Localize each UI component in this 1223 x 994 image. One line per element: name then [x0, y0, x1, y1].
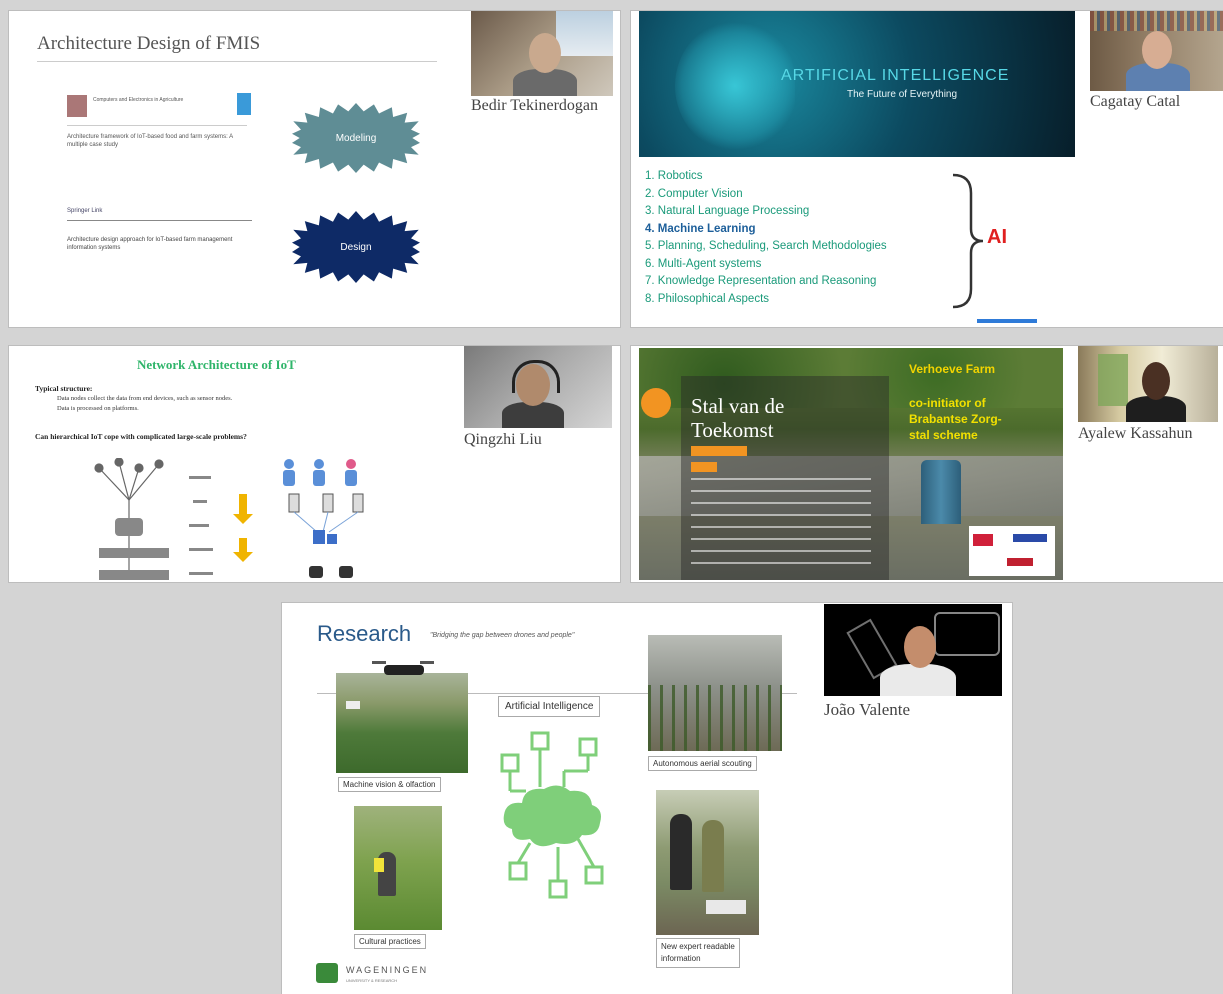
- video-tile-ayalew[interactable]: Stal van de Toekomst Verhoeve Farm co-in…: [631, 346, 1223, 582]
- webcam-feed: [1090, 11, 1223, 91]
- drone-orchard-photo: [336, 661, 468, 773]
- orange-dot-icon: [641, 388, 671, 418]
- silo: [921, 460, 961, 524]
- list-item: 8. Philosophical Aspects: [645, 292, 770, 305]
- list-item: 2. Computer Vision: [645, 187, 743, 200]
- bookshelf: [1090, 11, 1223, 31]
- slide-title: Toekomst: [691, 418, 774, 442]
- elsevier-logo-icon: [67, 95, 87, 117]
- overlay-text: Brabantse Zorg-: [909, 412, 1002, 426]
- participant-face: [1142, 31, 1172, 69]
- sprayer-photo: [354, 806, 442, 930]
- journal-cover-icon: [237, 93, 251, 115]
- farm-name: Verhoeve Farm: [909, 362, 996, 376]
- people-drone-photo: [656, 790, 759, 935]
- webcam-feed: [1078, 346, 1218, 422]
- video-tile-qingzhi[interactable]: Network Architecture of IoT Typical stru…: [9, 346, 620, 582]
- devices-diagram: [283, 459, 364, 578]
- farm-slide: Stal van de Toekomst Verhoeve Farm co-in…: [639, 348, 1063, 580]
- caption-expert: New expert readable information: [656, 938, 740, 968]
- ai-head-graphic: [675, 21, 795, 151]
- participant-face: [1142, 362, 1170, 400]
- ai-banner: ARTIFICIAL INTELLIGENCE The Future of Ev…: [639, 11, 1075, 157]
- video-tile-bedir[interactable]: Architecture Design of FMIS Computers an…: [9, 11, 620, 327]
- logo-icon: [973, 534, 993, 546]
- overlay-text: co-initiator of: [909, 396, 986, 410]
- ai-label: Artificial Intelligence: [498, 696, 601, 717]
- webcam-feed: [464, 346, 612, 428]
- greenhouse-photo: [648, 635, 782, 751]
- participant-face: [904, 626, 936, 668]
- drone-icon: [384, 665, 424, 675]
- caption-expert-line: information: [661, 954, 701, 963]
- participant-silhouette: [880, 664, 956, 696]
- participant-name: Qingzhi Liu: [464, 431, 542, 448]
- banner-subtitle: The Future of Everything: [847, 89, 958, 100]
- slide-progress-bar: [977, 319, 1037, 323]
- participant-name: Cagatay Catal: [1090, 93, 1181, 110]
- sub-bullet: Data nodes collect the data from end dev…: [57, 395, 233, 402]
- participant-name: Ayalew Kassahun: [1078, 425, 1193, 442]
- list-item: 5. Planning, Scheduling, Search Methodol…: [645, 240, 887, 252]
- arrow-column: [233, 494, 253, 562]
- slide-title: Stal van de: [691, 394, 785, 418]
- participant-name: João Valente: [824, 700, 911, 719]
- cloud-network-icon: [500, 731, 604, 899]
- slide-title: Architecture Design of FMIS: [37, 33, 261, 54]
- caption-machine-vision: Machine vision & olfaction: [338, 777, 441, 792]
- slide-title: Research: [317, 621, 412, 646]
- ai-topic-list: 1. Robotics 2. Computer Vision 3. Natura…: [645, 168, 887, 308]
- slide-subtitle: "Bridging the gap between drones and peo…: [430, 632, 575, 639]
- caption-autonomous: Autonomous aerial scouting: [648, 756, 757, 771]
- participant-face: [529, 33, 561, 73]
- paper-title: Architecture framework of IoT-based food…: [67, 134, 233, 148]
- list-item: 7. Knowledge Representation and Reasonin…: [645, 275, 877, 287]
- slide-title: Network Architecture of IoT: [137, 357, 296, 372]
- virtual-background: [934, 612, 1000, 656]
- list-item: 1. Robotics: [645, 170, 703, 182]
- list-item: 6. Multi-Agent systems: [645, 257, 762, 270]
- caption-expert-line: New expert readable: [661, 942, 735, 951]
- list-item: 4. Machine Learning: [645, 222, 756, 235]
- orange-tag: [691, 446, 747, 456]
- overlay-text: stal scheme: [909, 428, 978, 442]
- sponsor-logos: [969, 526, 1055, 576]
- webcam-feed: [471, 11, 613, 96]
- orange-tag: [691, 462, 717, 472]
- wageningen-logo-icon: [316, 963, 338, 983]
- sub-bullet: Data is processed on platforms.: [57, 405, 139, 412]
- banner-title: ARTIFICIAL INTELLIGENCE: [781, 67, 1010, 84]
- logo-subtext: UNIVERSITY & RESEARCH: [346, 978, 398, 983]
- curly-brace-icon: [952, 173, 984, 309]
- blurred-paragraph: [691, 478, 871, 568]
- paper-publisher: Springer Link: [67, 208, 103, 214]
- list-item: 3. Natural Language Processing: [645, 205, 810, 217]
- caption-cultural: Cultural practices: [354, 934, 426, 949]
- participant-silhouette: [513, 69, 577, 96]
- window: [1098, 354, 1128, 406]
- title-rule: [37, 61, 437, 62]
- video-tile-joao[interactable]: Research "Bridging the gap between drone…: [282, 603, 1012, 994]
- modeling-burst: Modeling: [292, 103, 420, 173]
- paper-card: Springer Link Architecture design approa…: [67, 206, 257, 281]
- paper-journal: Computers and Electronics in Agriculture: [93, 97, 184, 103]
- headset-icon: [512, 360, 560, 393]
- paper-card: Computers and Electronics in Agriculture…: [67, 89, 257, 169]
- ai-brace-label: AI: [987, 226, 1007, 248]
- logo-icon: [1007, 558, 1033, 566]
- paper-title: Architecture design approach for IoT-bas…: [67, 237, 233, 251]
- webcam-feed: [824, 604, 1002, 696]
- bullet-question: Can hierarchical IoT cope with complicat…: [35, 432, 247, 441]
- logo-icon: [1013, 534, 1047, 542]
- logo-text: WAGENINGEN: [346, 965, 429, 975]
- design-burst: Design: [292, 211, 420, 283]
- participant-name: Bedir Tekinerdogan: [471, 97, 598, 114]
- bullet-typical-structure: Typical structure:: [35, 384, 93, 393]
- video-tile-cagatay[interactable]: ARTIFICIAL INTELLIGENCE The Future of Ev…: [631, 11, 1223, 327]
